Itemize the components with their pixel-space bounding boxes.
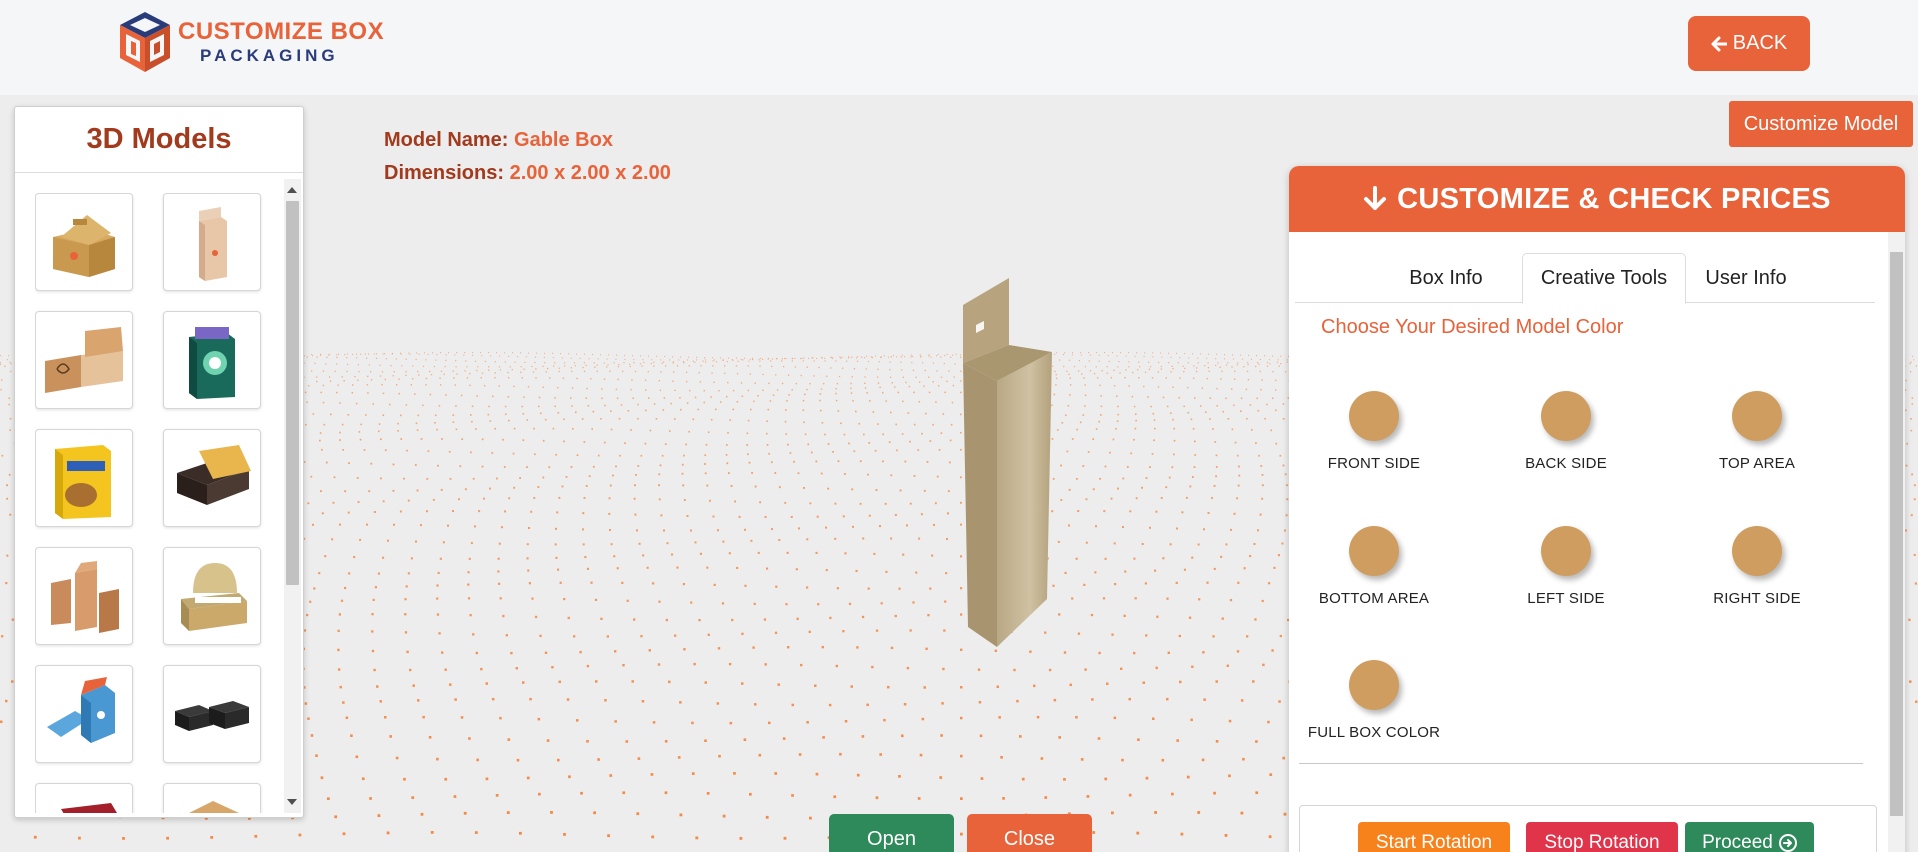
model-thumb-kraft-box[interactable] <box>163 783 261 813</box>
customize-header[interactable]: CUSTOMIZE & CHECK PRICES <box>1289 166 1905 232</box>
model-thumb-mailer-box[interactable] <box>35 311 133 409</box>
black-rigid-boxes-image <box>175 701 249 731</box>
arrow-circle-right-icon <box>1778 834 1797 852</box>
color-swatch[interactable] <box>1732 391 1782 441</box>
swatch-full-box-color[interactable]: FULL BOX COLOR <box>1294 660 1454 741</box>
swatch-front-side[interactable]: FRONT SIDE <box>1294 391 1454 472</box>
models-panel: 3D Models <box>14 106 304 818</box>
models-title: 3D Models <box>15 107 303 173</box>
back-button[interactable]: BACK <box>1688 16 1810 71</box>
back-label: BACK <box>1732 32 1788 54</box>
color-swatch[interactable] <box>1541 526 1591 576</box>
dispenser-box-image <box>55 445 111 519</box>
model-name-value: Gable Box <box>514 129 613 151</box>
blue-tuck-box-image <box>47 677 115 743</box>
customize-tabs: Box Info Creative Tools User Info <box>1295 253 1875 304</box>
swatch-bottom-area[interactable]: BOTTOM AREA <box>1294 526 1454 607</box>
dimensions-label: Dimensions: <box>384 162 505 184</box>
color-swatch[interactable] <box>1541 391 1591 441</box>
model-thumb-blue-tuck-box[interactable] <box>35 665 133 763</box>
model-thumb-display-pack[interactable] <box>163 311 261 409</box>
proceed-button[interactable]: Proceed <box>1685 822 1814 852</box>
model-thumb-dispenser-box[interactable] <box>35 429 133 527</box>
model-thumb-tuck-end-box[interactable] <box>163 193 261 291</box>
swatch-label: RIGHT SIDE <box>1713 590 1801 607</box>
display-pack-image <box>189 327 235 399</box>
stop-rotation-button[interactable]: Stop Rotation <box>1526 822 1678 852</box>
arrow-left-icon <box>1711 36 1727 51</box>
model-thumb-black-rigid-boxes[interactable] <box>163 665 261 763</box>
lid-box-image <box>177 445 251 505</box>
top-header: CUSTOMIZE BOX PACKAGING BACK <box>0 0 1918 95</box>
tuck-end-box-image <box>199 207 227 281</box>
display-tray-image <box>181 563 247 631</box>
scroll-down-icon[interactable] <box>287 799 297 805</box>
mailer-box-image <box>45 327 123 393</box>
model-thumb-lid-box[interactable] <box>163 429 261 527</box>
model-name-label: Model Name: <box>384 129 509 151</box>
proceed-label: Proceed <box>1702 832 1773 852</box>
models-scrollbar[interactable] <box>284 179 301 813</box>
swatch-top-area[interactable]: TOP AREA <box>1677 391 1837 472</box>
model-thumb-gable-box[interactable] <box>35 193 133 291</box>
divider <box>1299 763 1863 764</box>
rotation-actions: Start Rotation Stop Rotation Proceed <box>1299 805 1877 852</box>
color-swatch[interactable] <box>1349 526 1399 576</box>
swatch-label: LEFT SIDE <box>1527 590 1605 607</box>
swatch-back-side[interactable]: BACK SIDE <box>1486 391 1646 472</box>
tab-user-info[interactable]: User Info <box>1686 253 1806 304</box>
scroll-up-icon[interactable] <box>287 187 297 193</box>
start-rotation-button[interactable]: Start Rotation <box>1358 822 1510 852</box>
logo-line2: PACKAGING <box>200 46 339 65</box>
model-name-row: Model Name: Gable Box <box>384 124 671 157</box>
color-swatch[interactable] <box>1732 526 1782 576</box>
models-grid <box>35 193 285 813</box>
dimensions-value: 2.00 x 2.00 x 2.00 <box>509 162 671 184</box>
color-section-title: Choose Your Desired Model Color <box>1321 316 1624 338</box>
logo-line1: CUSTOMIZE BOX <box>178 18 385 45</box>
kraft-box-image <box>189 801 239 813</box>
swatch-label: BOTTOM AREA <box>1318 590 1430 607</box>
color-swatch[interactable] <box>1349 391 1399 441</box>
red-box-image <box>61 803 117 813</box>
open-button[interactable]: Open <box>829 814 954 852</box>
models-scroll-thumb[interactable] <box>286 201 299 585</box>
model-thumb-folding-cartons[interactable] <box>35 547 133 645</box>
swatch-label: FULL BOX COLOR <box>1307 724 1441 741</box>
tab-box-info[interactable]: Box Info <box>1375 253 1517 304</box>
arrow-down-icon <box>1364 186 1387 210</box>
customize-scrollbar[interactable] <box>1888 232 1905 852</box>
close-button[interactable]: Close <box>967 814 1092 852</box>
brand-logo[interactable]: CUSTOMIZE BOX PACKAGING <box>116 10 384 74</box>
color-swatch[interactable] <box>1349 660 1399 710</box>
customize-panel: CUSTOMIZE & CHECK PRICES Box Info Creati… <box>1289 166 1905 852</box>
tab-creative-tools[interactable]: Creative Tools <box>1522 253 1686 304</box>
swatch-label: FRONT SIDE <box>1327 455 1421 472</box>
box-logo-icon <box>120 12 170 72</box>
customize-model-button[interactable]: Customize Model <box>1729 101 1913 147</box>
model-thumb-display-tray[interactable] <box>163 547 261 645</box>
folding-cartons-image <box>51 561 119 633</box>
customize-scroll-thumb[interactable] <box>1890 252 1903 816</box>
swatch-left-side[interactable]: LEFT SIDE <box>1486 526 1646 607</box>
swatch-label: BACK SIDE <box>1525 455 1607 472</box>
gable-box-image <box>53 215 115 277</box>
model-thumb-red-box[interactable] <box>35 783 133 813</box>
swatch-right-side[interactable]: RIGHT SIDE <box>1677 526 1837 607</box>
swatch-label: TOP AREA <box>1718 455 1796 472</box>
customize-header-label: CUSTOMIZE & CHECK PRICES <box>1397 182 1831 215</box>
gable-box-3d-model[interactable] <box>950 275 1070 655</box>
dimensions-row: Dimensions: 2.00 x 2.00 x 2.00 <box>384 157 671 190</box>
model-info: Model Name: Gable Box Dimensions: 2.00 x… <box>384 124 671 190</box>
